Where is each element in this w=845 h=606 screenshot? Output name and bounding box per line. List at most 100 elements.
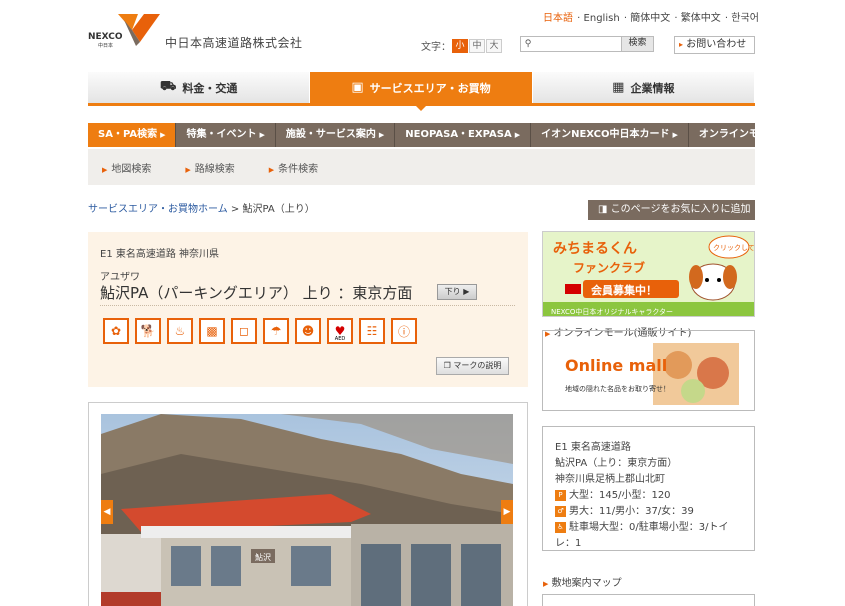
summary-name: 鮎沢PA（上り：東京方面） <box>555 458 678 469</box>
facility-icons: ✿ 🐕 ♨ ▩ ◻ ☂ ☻ ♥ AED ☷ ⓘ <box>103 318 423 344</box>
site-map-heading-text: 敷地案内マップ <box>551 578 622 589</box>
main-nav-corporate[interactable]: ▦ 企業情報 <box>532 72 755 103</box>
triangle-right-icon: ▶ <box>543 580 549 588</box>
main-nav-service-area[interactable]: ▣ サービスエリア・お買物 <box>310 72 533 111</box>
text-size-large[interactable]: 大 <box>486 38 502 53</box>
triangle-right-icon: ▶ <box>160 131 166 139</box>
lang-english[interactable]: English <box>584 13 620 24</box>
banner-footer: NEXCO中日本オリジナルキャラクター <box>551 307 673 316</box>
condition-search-link[interactable]: ▶ 条件検索 <box>269 160 318 175</box>
shopping-basket-icon[interactable]: ◻ <box>231 318 257 344</box>
toilet-icon: ♂ <box>555 505 566 517</box>
car-icon: ⛟ <box>159 79 177 94</box>
text-size-control: 文字： 小 中 大 <box>421 38 502 53</box>
wifi-icon[interactable]: ☷ <box>359 318 385 344</box>
triangle-right-icon: ▶ <box>672 131 678 139</box>
summary-toilet: 男大：11/男小：37/女：39 <box>569 506 694 517</box>
map-search-link[interactable]: ▶ 地図検索 <box>102 160 151 175</box>
sub-nav-label: オンラインモール <box>698 129 779 140</box>
window-icon: ❐ <box>443 361 451 370</box>
lang-japanese[interactable]: 日本語 <box>543 13 573 24</box>
sub-nav-facilities[interactable]: 施設・サービス案内 ▶ <box>276 123 396 147</box>
online-mall-banner[interactable]: Online mall 地域の隠れた名品をお取り寄せ！ <box>563 343 739 405</box>
noodle-icon[interactable]: ♨ <box>167 318 193 344</box>
info-terminal-icon[interactable]: ⓘ <box>391 318 417 344</box>
main-nav-fares-traffic[interactable]: ⛟ 料金・交通 <box>88 72 311 103</box>
triangle-right-icon: ▶ <box>378 131 385 139</box>
company-name: 中日本高速道路株式会社 <box>165 36 303 50</box>
baby-room-icon[interactable]: ☻ <box>295 318 321 344</box>
sub-nav: SA・PA検索 ▶ 特集・イベント ▶ 施設・サービス案内 ▶ NEOPASA・EXP… <box>88 123 787 147</box>
michimaru-fanclub-banner[interactable]: みちまるくん ファンクラブ 会員募集中！ クリックしてね NEXCO中日本オリジ… <box>542 231 755 317</box>
vending-machine-icon[interactable]: ▩ <box>199 318 225 344</box>
text-size-medium[interactable]: 中 <box>469 38 485 53</box>
direction-label: 下り <box>444 287 461 296</box>
divider <box>100 305 515 306</box>
photo-next-button[interactable]: ▶ <box>501 500 513 524</box>
add-favorite-button[interactable]: ◨ このページをお気に入りに追加 <box>588 200 755 220</box>
sub-nav-label: NEOPASA・EXPASA <box>405 129 512 140</box>
aed-label: AED <box>334 336 346 342</box>
summary-parking: 大型：145/小型：120 <box>569 490 671 501</box>
search-type-label: 地図検索 <box>111 163 152 175</box>
site-map-heading: ▶ 敷地案内マップ <box>543 574 622 589</box>
nexco-logo[interactable]: NEXCO 中日本 <box>88 10 168 50</box>
search-type-label: 路線検索 <box>194 163 235 175</box>
logo-sub: 中日本 <box>98 42 113 49</box>
route-search-link[interactable]: ▶ 路線検索 <box>185 160 234 175</box>
banner-recruit: 会員募集中！ <box>591 283 657 297</box>
arrow-right-icon: ▸ <box>679 40 684 49</box>
opposite-direction-button[interactable]: 下り ▶ <box>437 284 477 300</box>
sub-nav-features[interactable]: 特集・イベント ▶ <box>176 123 276 147</box>
lang-simplified-chinese[interactable]: 簡体中文 <box>630 13 670 24</box>
search-input[interactable] <box>535 38 621 50</box>
site-map-box[interactable] <box>542 594 755 606</box>
breadcrumb-current: 鮎沢PA（上り） <box>242 204 315 215</box>
breadcrumb: サービスエリア・お買物ホーム > 鮎沢PA（上り） <box>88 200 315 215</box>
main-nav: ⛟ 料金・交通 ▣ サービスエリア・お買物 ▦ 企業情報 <box>88 72 755 111</box>
online-mall-caption: 地域の隠れた名品をお取り寄せ！ <box>565 384 670 393</box>
triangle-right-icon: ▶ <box>463 287 470 296</box>
summary-route: E1 東名高速道路 <box>555 442 631 453</box>
shopping-bag-icon: ▣ <box>351 80 364 95</box>
text-size-small[interactable]: 小 <box>452 38 468 53</box>
lang-korean[interactable]: 한국어 <box>731 13 759 24</box>
summary-disabled: 駐車場大型：0/駐車場小型：3/トイ <box>569 522 729 533</box>
triangle-right-icon: ▶ <box>102 165 108 174</box>
triangle-right-icon: ▶ <box>259 131 265 139</box>
search-icon: ⚲ <box>524 39 532 49</box>
main-nav-label: サービスエリア・お買物 <box>369 81 491 95</box>
search-type-nav: ▶ 地図検索 ▶ 路線検索 ▶ 条件検索 <box>88 149 755 185</box>
lang-traditional-chinese[interactable]: 繁体中文 <box>681 13 721 24</box>
contact-label: お問い合わせ <box>686 39 747 50</box>
search-button[interactable]: 検索 <box>621 37 653 51</box>
chevron-right-icon: ▶ <box>503 507 511 517</box>
bookmark-icon: ◨ <box>598 204 608 215</box>
text-size-label: 文字： <box>421 42 451 53</box>
sub-nav-sapa-search[interactable]: SA・PA検索 ▶ <box>88 123 177 147</box>
sub-nav-online-mall[interactable]: オンラインモール ▶ <box>689 123 797 147</box>
contact-button[interactable]: ▸ お問い合わせ <box>674 36 755 54</box>
sub-nav-label: 施設・サービス案内 <box>285 129 376 140</box>
aed-icon[interactable]: ♥ AED <box>327 318 353 344</box>
store-sign: 鮎沢 <box>255 552 271 562</box>
chevron-left-icon: ◀ <box>103 507 111 517</box>
shower-icon[interactable]: ☂ <box>263 318 289 344</box>
sub-nav-label: イオンNEXCO中日本カード <box>541 129 670 140</box>
sub-nav-neopasa[interactable]: NEOPASA・EXPASA ▶ <box>395 123 532 147</box>
triangle-right-icon: ▶ <box>185 165 191 174</box>
local-specialty-icon[interactable]: ✿ <box>103 318 129 344</box>
photo-prev-button[interactable]: ◀ <box>101 500 113 524</box>
sub-nav-label: SA・PA検索 <box>98 129 158 140</box>
summary-disabled-cont: レ：1 <box>555 538 582 549</box>
triangle-right-icon: ▶ <box>268 165 275 174</box>
pet-area-icon[interactable]: 🐕 <box>135 318 161 344</box>
breadcrumb-home-link[interactable]: サービスエリア・お買物ホーム <box>88 204 228 215</box>
online-mall-logo: Online mall <box>565 356 667 375</box>
pa-route: E1 東名高速道路 神奈川県 <box>100 249 220 260</box>
search-type-label: 条件検索 <box>278 163 319 175</box>
mark-explanation-button[interactable]: ❐ マークの説明 <box>436 357 509 375</box>
search-box: ⚲ 検索 <box>520 36 654 52</box>
parking-icon: P <box>555 489 566 501</box>
sub-nav-aeon-card[interactable]: イオンNEXCO中日本カード ▶ <box>531 123 689 147</box>
